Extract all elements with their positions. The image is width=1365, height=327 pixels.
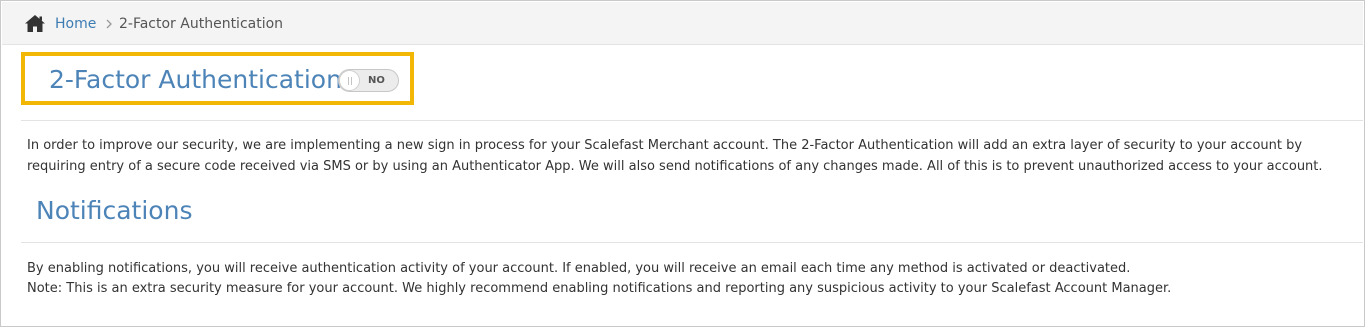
breadcrumb-current: 2-Factor Authentication xyxy=(119,16,284,32)
notifications-description: By enabling notifications, you will rece… xyxy=(27,261,1131,276)
two-factor-toggle[interactable]: NO xyxy=(338,69,399,92)
breadcrumb-home-link[interactable]: Home xyxy=(55,15,96,33)
home-icon[interactable] xyxy=(25,15,45,32)
toggle-state-label: NO xyxy=(368,75,385,86)
toggle-knob xyxy=(339,70,360,91)
divider xyxy=(21,120,1363,121)
chevron-right-icon xyxy=(106,19,112,29)
section-title-notifications: Notifications xyxy=(36,196,193,225)
notifications-note: Note: This is an extra security measure … xyxy=(27,281,1172,296)
divider xyxy=(21,242,1363,243)
section-title-2fa: 2-Factor Authentication xyxy=(49,65,342,94)
breadcrumb: Home 2-Factor Authentication xyxy=(2,2,1363,45)
page-frame: Home 2-Factor Authentication 2-Factor Au… xyxy=(0,0,1365,327)
two-factor-description: In order to improve our security, we are… xyxy=(27,138,1323,174)
